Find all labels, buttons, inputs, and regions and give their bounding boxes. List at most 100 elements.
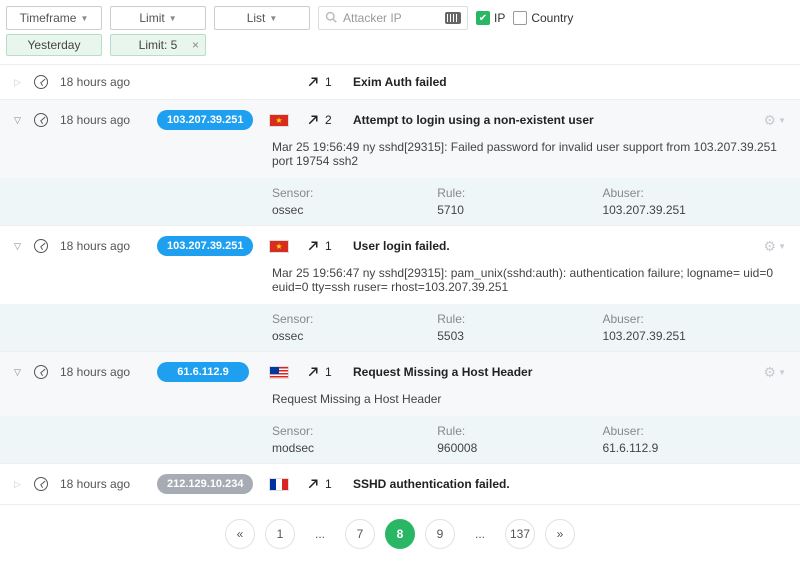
checkbox-checked-icon: ✔ xyxy=(476,11,490,25)
caret-down-icon: ▼ xyxy=(778,116,786,125)
event-time: 18 hours ago xyxy=(60,75,145,89)
pager-page[interactable]: 1 xyxy=(265,519,295,549)
meta-label-rule: Rule: xyxy=(437,186,602,200)
expand-icon[interactable]: ▽ xyxy=(14,241,22,252)
event-meta: Sensor: ossecRule: 5503Abuser: 103.207.39.2… xyxy=(0,304,800,351)
filter-chip-limit[interactable]: Limit: 5 × xyxy=(110,34,206,56)
caret-down-icon: ▼ xyxy=(80,14,88,23)
meta-value-sensor: ossec xyxy=(272,329,437,343)
event-count: 1 xyxy=(325,75,332,89)
ip-pill[interactable]: 61.6.112.9 xyxy=(157,362,249,382)
pager-page[interactable]: 9 xyxy=(425,519,455,549)
arrow-up-right-icon xyxy=(307,240,319,252)
ip-pill[interactable]: 103.207.39.251 xyxy=(157,236,253,256)
clock-icon xyxy=(34,113,48,127)
event-row-header[interactable]: ▷ 18 hours ago 1 Exim Auth failed ⚙ ▼ xyxy=(0,65,800,99)
event-row-header[interactable]: ▽ 18 hours ago 103.207.39.251 1 User log… xyxy=(0,226,800,266)
event-time: 18 hours ago xyxy=(60,365,145,379)
pager-first[interactable]: « xyxy=(225,519,255,549)
arrow-up-right-icon xyxy=(307,114,319,126)
meta-value-rule: 5503 xyxy=(437,329,602,343)
event-count: 2 xyxy=(325,113,332,127)
filter-chip-timeframe[interactable]: Yesterday xyxy=(6,34,102,56)
event-meta: Sensor:ossecRule:5710Abuser:103.207.39.2… xyxy=(0,178,800,225)
trend-indicator: 1 xyxy=(307,239,341,253)
arrow-up-right-icon xyxy=(307,76,319,88)
list-dropdown[interactable]: List ▼ xyxy=(214,6,310,30)
event-title: Exim Auth failed xyxy=(353,75,786,89)
event-description: Mar 25 19:56:49 ny sshd[29315]: Failed p… xyxy=(0,140,800,178)
meta-label-sensor: Sensor: xyxy=(272,424,437,438)
row-settings[interactable]: ⚙ ▼ xyxy=(764,238,786,255)
event-row: ▽ 18 hours ago 103.207.39.251 2 Attempt … xyxy=(0,100,800,226)
clock-icon xyxy=(34,477,48,491)
list-label: List xyxy=(247,11,266,25)
event-time: 18 hours ago xyxy=(60,239,145,253)
pager-page[interactable]: 8 xyxy=(385,519,415,549)
ip-checkbox[interactable]: ✔ IP xyxy=(476,11,505,25)
event-title: Attempt to login using a non-existent us… xyxy=(353,113,752,127)
timeframe-dropdown[interactable]: Timeframe ▼ xyxy=(6,6,102,30)
limit-dropdown[interactable]: Limit ▼ xyxy=(110,6,206,30)
expand-icon[interactable]: ▷ xyxy=(14,77,22,88)
caret-down-icon: ▼ xyxy=(778,368,786,377)
event-title: SSHD authentication failed. xyxy=(353,477,786,491)
close-icon[interactable]: × xyxy=(192,38,199,52)
country-checkbox[interactable]: Country xyxy=(513,11,573,25)
arrow-up-right-icon xyxy=(307,478,319,490)
meta-label-abuser: Abuser: xyxy=(602,186,786,200)
ip-slot: 61.6.112.9 xyxy=(157,362,257,382)
search-input[interactable]: Attacker IP xyxy=(318,6,468,30)
flag-my-icon xyxy=(269,366,289,379)
search-placeholder: Attacker IP xyxy=(343,11,439,25)
meta-value-rule: 960008 xyxy=(437,441,602,455)
pager-last[interactable]: » xyxy=(545,519,575,549)
gear-icon: ⚙ xyxy=(764,112,777,129)
flag-vn-icon xyxy=(269,114,289,127)
meta-label-rule: Rule: xyxy=(437,424,602,438)
event-row: ▷ 18 hours ago 212.129.10.234 1 SSHD aut… xyxy=(0,464,800,505)
arrow-up-right-icon xyxy=(307,366,319,378)
ip-pill[interactable]: 103.207.39.251 xyxy=(157,110,253,130)
event-row-header[interactable]: ▽ 18 hours ago 61.6.112.9 1 Request Miss… xyxy=(0,352,800,392)
caret-down-icon: ▼ xyxy=(169,14,177,23)
event-time: 18 hours ago xyxy=(60,477,145,491)
row-settings[interactable]: ⚙ ▼ xyxy=(764,364,786,381)
row-settings[interactable]: ⚙ ▼ xyxy=(764,112,786,129)
event-title: Request Missing a Host Header xyxy=(353,365,752,379)
trend-indicator: 1 xyxy=(307,477,341,491)
expand-icon[interactable]: ▽ xyxy=(14,367,22,378)
ip-slot: 103.207.39.251 xyxy=(157,110,257,130)
flag-slot xyxy=(269,240,295,253)
expand-icon[interactable]: ▽ xyxy=(14,115,22,126)
gear-icon: ⚙ xyxy=(764,238,777,255)
keyboard-icon xyxy=(445,12,461,24)
event-title: User login failed. xyxy=(353,239,752,253)
event-row: ▷ 18 hours ago 1 Exim Auth failed ⚙ ▼ xyxy=(0,65,800,100)
expand-icon[interactable]: ▷ xyxy=(14,479,22,490)
ip-pill[interactable]: 212.129.10.234 xyxy=(157,474,253,494)
event-row: ▽ 18 hours ago 61.6.112.9 1 Request Miss… xyxy=(0,352,800,464)
flag-vn-icon xyxy=(269,240,289,253)
event-time: 18 hours ago xyxy=(60,113,145,127)
meta-label-abuser: Abuser: xyxy=(602,312,786,326)
event-row-header[interactable]: ▷ 18 hours ago 212.129.10.234 1 SSHD aut… xyxy=(0,464,800,504)
meta-label-sensor: Sensor: xyxy=(272,312,437,326)
pager-page[interactable]: 7 xyxy=(345,519,375,549)
checkbox-unchecked-icon xyxy=(513,11,527,25)
meta-value-abuser: 61.6.112.9 xyxy=(602,441,786,455)
caret-down-icon: ▼ xyxy=(269,14,277,23)
caret-down-icon: ▼ xyxy=(778,242,786,251)
search-icon xyxy=(325,11,337,26)
meta-value-abuser: 103.207.39.251 xyxy=(602,329,786,343)
flag-fr-icon xyxy=(269,478,289,491)
pager-ellipsis: ... xyxy=(465,519,495,549)
event-row: ▽ 18 hours ago 103.207.39.251 1 User log… xyxy=(0,226,800,352)
meta-label-rule: Rule: xyxy=(437,312,602,326)
pager-page[interactable]: 137 xyxy=(505,519,535,549)
ip-slot: 103.207.39.251 xyxy=(157,236,257,256)
meta-label-abuser: Abuser: xyxy=(602,424,786,438)
event-row-header[interactable]: ▽ 18 hours ago 103.207.39.251 2 Attempt … xyxy=(0,100,800,140)
ip-slot: 212.129.10.234 xyxy=(157,474,257,494)
clock-icon xyxy=(34,365,48,379)
